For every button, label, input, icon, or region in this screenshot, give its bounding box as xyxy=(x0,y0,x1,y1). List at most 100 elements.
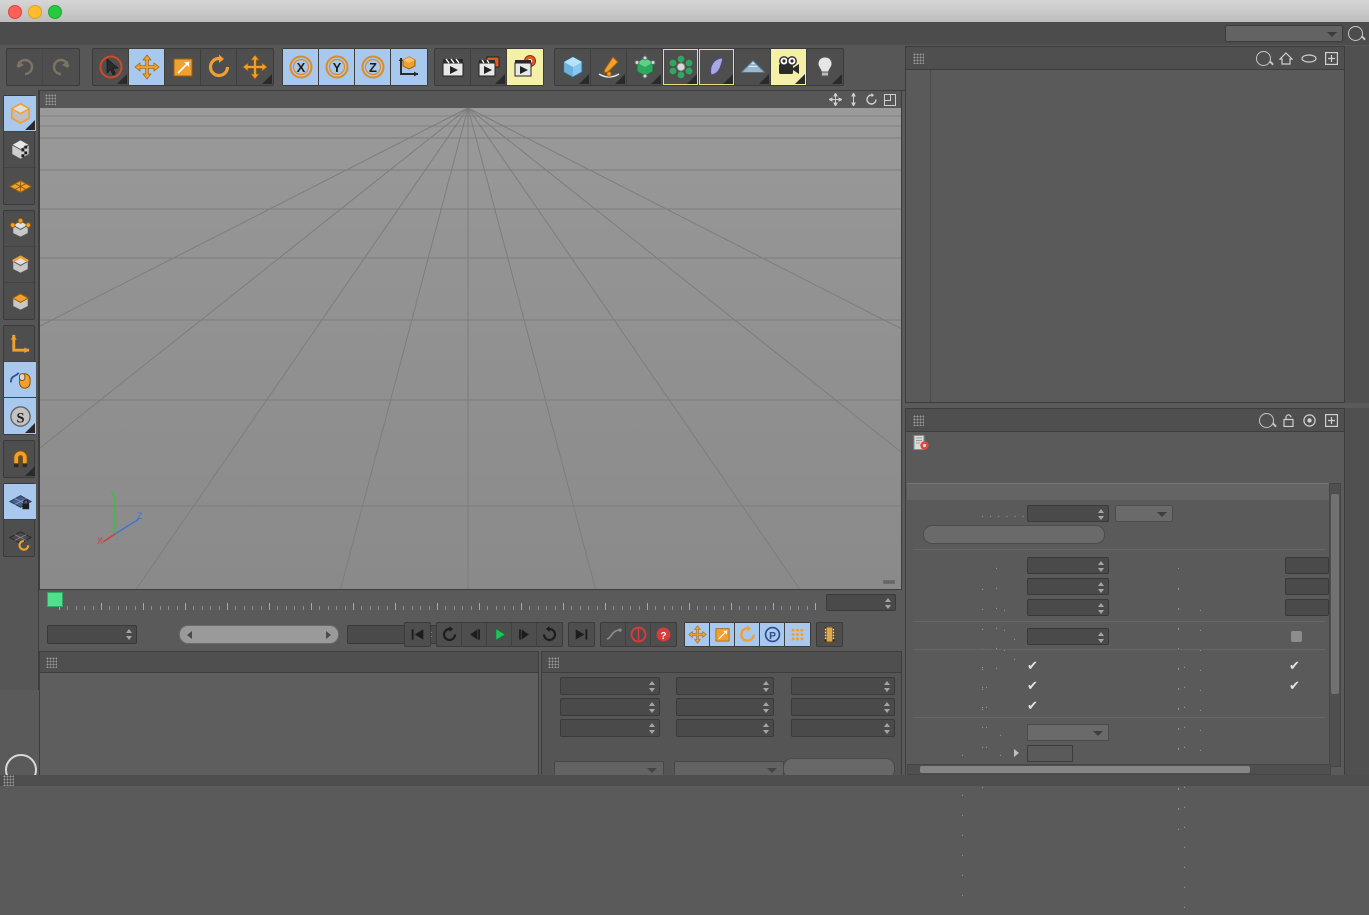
coord-field-rotation-2[interactable] xyxy=(791,719,895,737)
autokey-button[interactable]: ? xyxy=(651,623,676,646)
spinner-icon[interactable] xyxy=(1098,509,1105,520)
workplane-rotate-button[interactable] xyxy=(4,520,36,556)
panel-grip-icon[interactable] xyxy=(913,415,924,426)
panel-grip-icon[interactable] xyxy=(46,657,57,668)
key-rotation-button[interactable] xyxy=(735,623,760,646)
render-settings-button[interactable] xyxy=(507,49,543,85)
panel-grip-icon[interactable] xyxy=(548,657,559,668)
points-mode-button[interactable] xyxy=(4,211,36,247)
home-icon[interactable] xyxy=(1279,52,1293,65)
current-frame-field[interactable] xyxy=(47,625,137,644)
use-animation-checkbox[interactable]: ✔ xyxy=(1027,659,1038,672)
spinner-icon[interactable] xyxy=(1098,603,1105,614)
attribute-horizontal-scrollbar[interactable] xyxy=(907,764,1331,775)
model-mode-button[interactable] xyxy=(4,132,36,168)
maximize-view-icon[interactable] xyxy=(884,93,896,106)
project-scale-field[interactable] xyxy=(1027,505,1109,522)
eye-icon[interactable] xyxy=(1301,53,1317,64)
timeline-ruler-bar[interactable] xyxy=(39,591,902,617)
fps-field[interactable] xyxy=(1027,557,1109,574)
add-layer-icon[interactable] xyxy=(1325,52,1338,65)
live-selection-tool[interactable] xyxy=(93,49,129,85)
add-cube-button[interactable] xyxy=(555,49,591,85)
record-button[interactable] xyxy=(626,623,651,646)
spinner-icon[interactable] xyxy=(126,629,133,640)
make-editable-button[interactable] xyxy=(4,96,36,132)
coord-field-rotation-1[interactable] xyxy=(791,698,895,716)
render-view-button[interactable] xyxy=(435,49,471,85)
search-icon[interactable] xyxy=(1256,51,1271,66)
scrollbar-thumb[interactable] xyxy=(920,766,1250,773)
add-icon[interactable] xyxy=(1325,414,1338,427)
lock-icon[interactable] xyxy=(1283,414,1294,427)
panel-grip-icon[interactable] xyxy=(913,53,924,64)
axis-y-toggle[interactable]: Y xyxy=(319,49,355,85)
search-icon[interactable] xyxy=(1348,26,1363,41)
scale-project-button[interactable] xyxy=(923,525,1105,544)
coord-field-size-0[interactable] xyxy=(676,677,774,695)
add-environment-button[interactable] xyxy=(735,49,771,85)
coord-field-position-0[interactable] xyxy=(560,677,660,695)
use-generator-checkbox[interactable]: ✔ xyxy=(1027,679,1038,692)
undo-button[interactable] xyxy=(7,49,43,85)
spinner-icon[interactable] xyxy=(763,723,770,734)
add-array-button[interactable] xyxy=(663,49,699,85)
snap-magnet-button[interactable] xyxy=(4,441,36,477)
edges-mode-button[interactable] xyxy=(4,247,36,283)
attribute-manager-panel[interactable]: . . . . . . . . . . . . . . . . . . . . … xyxy=(905,408,1345,911)
world-object-axis-toggle[interactable] xyxy=(391,49,427,85)
material-manager-panel[interactable] xyxy=(39,651,539,786)
spinner-icon[interactable] xyxy=(1098,632,1105,643)
key-scale-button[interactable] xyxy=(710,623,735,646)
spinner-icon[interactable] xyxy=(763,702,770,713)
axis-z-toggle[interactable]: Z xyxy=(355,49,391,85)
texture-mode-button[interactable] xyxy=(4,168,36,204)
coord-field-size-2[interactable] xyxy=(676,719,774,737)
spinner-icon[interactable] xyxy=(649,702,656,713)
scale-tool[interactable] xyxy=(165,49,201,85)
add-deformer-button[interactable] xyxy=(699,49,735,85)
step-back-button[interactable] xyxy=(462,623,487,646)
workplane-lock-button[interactable] xyxy=(4,484,36,520)
coord-field-size-1[interactable] xyxy=(676,698,774,716)
add-light-button[interactable] xyxy=(807,49,843,85)
target-icon[interactable] xyxy=(1303,414,1316,427)
rotate-tool[interactable] xyxy=(201,49,237,85)
rotate-view-icon[interactable] xyxy=(865,93,878,106)
use-expression-checkbox[interactable]: ✔ xyxy=(1289,659,1300,672)
axis-x-toggle[interactable]: X xyxy=(283,49,319,85)
pan-view-icon[interactable] xyxy=(848,93,859,106)
spinner-icon[interactable] xyxy=(649,681,656,692)
color-expand-arrow-icon[interactable] xyxy=(1014,749,1019,757)
enable-axis-button[interactable]: S xyxy=(4,398,36,434)
color-swatch[interactable] xyxy=(1027,745,1073,762)
use-motionclip-checkbox[interactable]: ✔ xyxy=(1027,699,1038,712)
default-color-dropdown[interactable] xyxy=(1027,724,1109,741)
min-time-field[interactable] xyxy=(1027,578,1109,595)
goto-start-button[interactable] xyxy=(405,623,430,646)
add-spline-button[interactable] xyxy=(591,49,627,85)
preview-max-field[interactable] xyxy=(1285,599,1329,616)
project-length-field[interactable] xyxy=(1285,557,1329,574)
prev-key-button[interactable] xyxy=(437,623,462,646)
timeline-ruler[interactable] xyxy=(47,593,827,615)
timeline-mode-button[interactable] xyxy=(817,623,842,646)
move-tool[interactable] xyxy=(129,49,165,85)
panel-grip-icon[interactable] xyxy=(3,775,14,786)
next-key-button[interactable] xyxy=(537,623,562,646)
timeline-frame-field[interactable] xyxy=(826,594,896,611)
coord-field-rotation-0[interactable] xyxy=(791,677,895,695)
spinner-icon[interactable] xyxy=(763,681,770,692)
add-camera-button[interactable] xyxy=(771,49,807,85)
spinner-icon[interactable] xyxy=(885,598,892,609)
preview-min-field[interactable] xyxy=(1027,599,1109,616)
autokey-curve-button[interactable] xyxy=(601,623,626,646)
max-time-field[interactable] xyxy=(1285,578,1329,595)
object-manager-list[interactable] xyxy=(906,70,1344,402)
key-pla-button[interactable] xyxy=(785,623,810,646)
object-manager-panel[interactable] xyxy=(905,46,1345,403)
spinner-icon[interactable] xyxy=(649,723,656,734)
object-axis-mode-button[interactable] xyxy=(4,326,36,362)
render-region-button[interactable] xyxy=(471,49,507,85)
use-deformer-checkbox[interactable]: ✔ xyxy=(1289,679,1300,692)
